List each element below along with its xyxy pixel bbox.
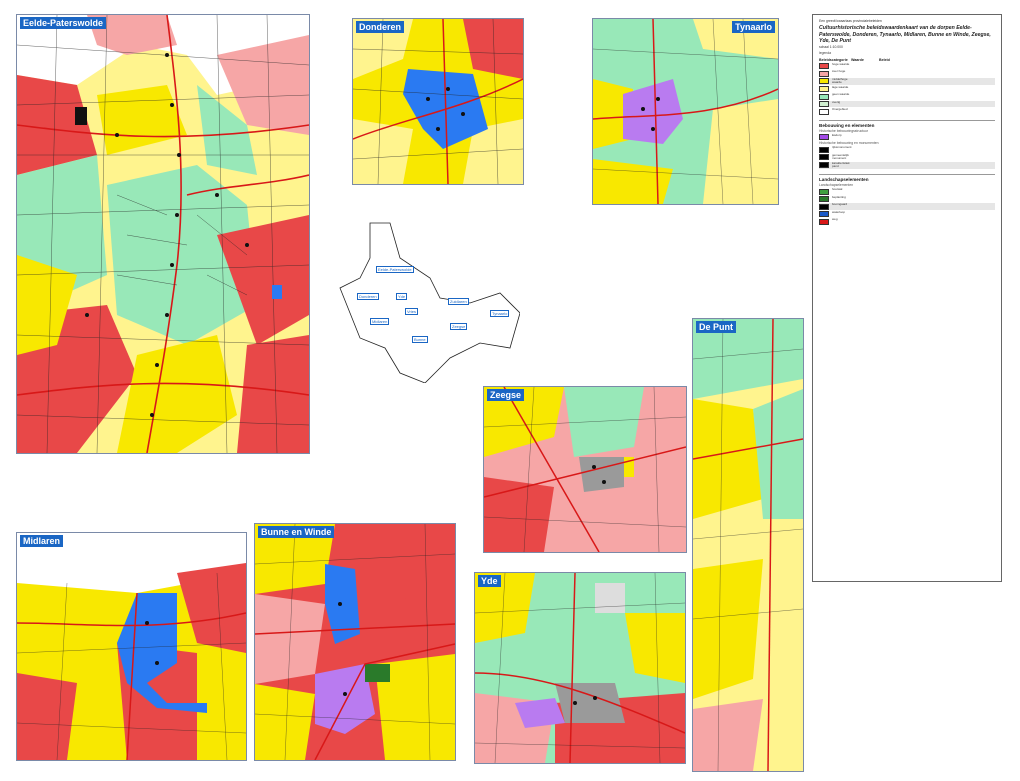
panel-title: Yde — [478, 575, 501, 587]
legend-item-name: boomgaard — [832, 202, 848, 207]
map-panel-tynaarlo[interactable]: Tynaarlo — [592, 18, 779, 205]
legend-item-name: rijksmonument — [832, 145, 852, 150]
legend-item-name: waterloop — [832, 209, 846, 214]
legend-word: legenda — [819, 50, 832, 55]
legend-section-subtitle: Landschapselementen — [819, 183, 854, 188]
legend-row: middelhoge waarde — [819, 76, 995, 85]
legend-swatch — [819, 86, 829, 93]
legend-row: zeer hoge — [819, 69, 995, 77]
map-panel-eelde-paterswolde[interactable]: Eelde-Paterswolde — [16, 14, 310, 454]
map-panel-donderen[interactable]: Donderen — [352, 18, 524, 185]
legend-title: Cultuurhistorische beleidswaardenkaart v… — [819, 25, 991, 44]
map-panel-yde[interactable]: Yde — [474, 572, 686, 764]
legend-swatch — [819, 70, 829, 77]
legend-row: waterloop — [819, 209, 995, 218]
legend-swatch — [819, 203, 829, 210]
legend-item-name: Esdorp — [832, 132, 842, 137]
legend-swatch — [819, 211, 829, 218]
legend-swatch — [819, 188, 829, 195]
legend-swatch — [819, 63, 829, 69]
legend-row: rijksmonument — [819, 146, 995, 153]
legend-swatch — [819, 146, 829, 153]
map-panel-zeegse[interactable]: Zeegse — [483, 386, 687, 553]
legend-section-title: Landschapselementen — [819, 174, 995, 182]
legend-supertitle: Een greedt kwaarlaas provincialebeleiden — [819, 19, 882, 23]
panel-title: De Punt — [696, 321, 737, 333]
legend-section-subtitle: Historische bebouwingsstructuur — [819, 128, 868, 133]
legend-header-category: Beleidscategorie — [819, 57, 848, 62]
overview-label: Yde — [396, 293, 408, 300]
legend-swatch — [819, 134, 829, 141]
legend-swatch — [819, 93, 829, 100]
panel-title: Zeegse — [487, 389, 525, 401]
legend-row: Overgebied — [819, 108, 995, 115]
legend-swatch — [819, 101, 829, 108]
panel-title: Tynaarlo — [732, 21, 775, 33]
legend-row: weg — [819, 217, 995, 225]
legend-item-name: houtwal — [832, 187, 843, 192]
overview-label: Eelde-Paterswolde — [376, 266, 414, 273]
overview-label: Midlaren — [370, 318, 390, 325]
map-tynaarlo — [593, 19, 778, 204]
map-yde — [475, 573, 685, 763]
map-panel-midlaren[interactable]: Midlaren — [16, 532, 247, 761]
legend-item-name: beplanting — [832, 194, 846, 199]
map-de-punt — [693, 319, 803, 771]
overview-label: Zeegse — [450, 323, 468, 330]
legend-row: gemeentelijk monument — [819, 152, 995, 161]
legend-swatch — [819, 154, 829, 161]
legend-sheet: Een greedt kwaarlaas provincialebeleiden… — [812, 14, 1002, 582]
map-bunne — [255, 524, 455, 760]
legend-row: boomgaard — [819, 202, 995, 210]
legend-item-name: gemeentelijk monument — [832, 152, 849, 161]
legend-sections: hoge waarde zeer hoge middelhoge waarde lag… — [813, 61, 1001, 225]
legend-row: geen waarde — [819, 93, 995, 100]
overview-label: Tynaarlo — [490, 310, 510, 317]
panel-title: Donderen — [356, 21, 405, 33]
legend-row: houtwal — [819, 187, 995, 195]
legend-header-policy: Beleid — [879, 57, 890, 62]
legend-item-name: karakteristiek pand — [832, 160, 850, 169]
legend-row: hoge waarde — [819, 61, 995, 69]
legend-row: karakteristiek pand — [819, 160, 995, 170]
legend-item-name: weg — [832, 217, 838, 222]
overview-labels: Eelde-Paterswolde Donderen Yde Vries Zui… — [330, 218, 520, 383]
map-panel-de-punt[interactable]: De Punt — [692, 318, 804, 772]
map-zeegse — [484, 387, 686, 552]
map-donderen — [353, 19, 523, 184]
map-midlaren — [17, 533, 246, 760]
overview-label: Donderen — [357, 293, 379, 300]
legend-item-name: zeer hoge — [832, 69, 846, 73]
overview-label: Zuidlaren — [448, 298, 469, 305]
legend-swatch — [819, 78, 829, 84]
overview-label: Bunne — [412, 336, 428, 343]
legend-swatch — [819, 162, 829, 169]
legend-header-value: Waarde — [851, 57, 864, 62]
legend-swatch — [819, 196, 829, 203]
legend-swatch — [819, 218, 829, 225]
legend-row: Esdorp — [819, 132, 995, 141]
legend-item-name: lage waarde — [832, 84, 849, 89]
legend-swatch — [819, 108, 829, 115]
legend-section-title: Bebouwing en elementen — [819, 119, 995, 128]
legend-item-name: middelhoge waarde — [832, 76, 848, 85]
overview-label: Vries — [405, 308, 418, 315]
legend-item-name: overig — [832, 99, 841, 104]
panel-title: Bunne en Winde — [258, 526, 335, 538]
legend-item-name: hoge waarde — [832, 61, 850, 66]
overview-key-map: Eelde-Paterswolde Donderen Yde Vries Zui… — [330, 218, 520, 383]
panel-title: Midlaren — [20, 535, 64, 547]
panel-title: Eelde-Paterswolde — [20, 17, 107, 29]
map-panel-bunne-en-winde[interactable]: Bunne en Winde — [254, 523, 456, 761]
legend-header: Beleidscategorie Waarde Beleid — [819, 58, 995, 62]
map-eelde — [17, 15, 309, 453]
legend-item-name: Overgebied — [832, 107, 848, 112]
legend-scale: schaal 1:10.000 — [819, 44, 843, 49]
legend-item-name: geen waarde — [832, 92, 850, 97]
